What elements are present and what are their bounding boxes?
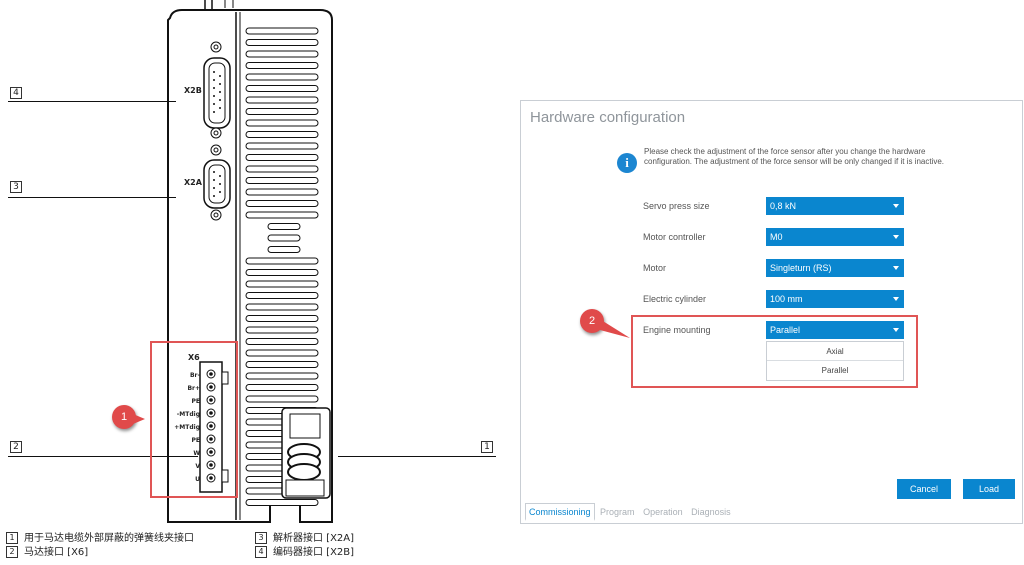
cancel-button[interactable]: Cancel bbox=[897, 479, 951, 499]
cooling-fin bbox=[245, 142, 319, 150]
servo-press-size-select[interactable]: 0,8 kN bbox=[766, 197, 904, 215]
motor-select[interactable]: Singleturn (RS) bbox=[766, 259, 904, 277]
chevron-down-icon bbox=[893, 235, 899, 239]
info-message: Please check the adjustment of the force… bbox=[644, 147, 945, 166]
callout-1: 1 bbox=[112, 405, 145, 429]
servo-press-size-label: Servo press size bbox=[643, 201, 710, 211]
tab-operation[interactable]: Operation bbox=[640, 504, 686, 520]
legend-item-1: 1 用于马达电缆外部屏蔽的弹簧线夹接口 bbox=[6, 532, 194, 545]
tab-commissioning[interactable]: Commissioning bbox=[525, 503, 595, 521]
electric-cylinder-select[interactable]: 100 mm bbox=[766, 290, 904, 308]
cooling-fin bbox=[245, 154, 319, 161]
leader-4 bbox=[8, 101, 176, 102]
cooling-fin bbox=[245, 361, 319, 368]
marker-1: 1 bbox=[481, 441, 493, 453]
motor-controller-value: M0 bbox=[770, 232, 783, 242]
marker-4: 4 bbox=[10, 87, 22, 99]
servo-press-size-value: 0,8 kN bbox=[770, 201, 797, 211]
electric-cylinder-value: 100 mm bbox=[770, 294, 803, 304]
marker-2: 2 bbox=[10, 441, 22, 453]
cooling-fin bbox=[245, 188, 319, 196]
x2b-label: X2B bbox=[184, 86, 202, 95]
cooling-fin bbox=[245, 177, 319, 184]
chevron-down-icon bbox=[893, 297, 899, 301]
x2a-label: X2A bbox=[184, 178, 202, 187]
technical-drawing: X2B X2A X6 Br- Br+ PE -MTdig +MTdig PE W V U 4 3… bbox=[0, 0, 500, 565]
cooling-fin bbox=[245, 338, 319, 345]
cooling-fin bbox=[245, 39, 319, 46]
cooling-fin bbox=[245, 119, 319, 127]
servo-drive-outline bbox=[167, 0, 333, 523]
cooling-fin bbox=[245, 165, 319, 173]
cooling-fin bbox=[267, 246, 301, 253]
motor-value: Singleturn (RS) bbox=[770, 263, 832, 273]
engine-mounting-highlight-box bbox=[631, 315, 918, 388]
cooling-fin bbox=[245, 85, 319, 92]
cooling-fin bbox=[267, 223, 301, 230]
x6-highlight-box bbox=[150, 341, 238, 498]
motor-controller-select[interactable]: M0 bbox=[766, 228, 904, 246]
leader-3 bbox=[8, 197, 176, 198]
cooling-fin bbox=[245, 211, 319, 219]
legend-item-3: 3 解析器接口 [X2A] bbox=[255, 532, 354, 545]
cooling-fin bbox=[245, 108, 319, 115]
cooling-fin bbox=[245, 200, 319, 207]
motor-controller-label: Motor controller bbox=[643, 232, 706, 242]
cooling-fin bbox=[245, 131, 319, 138]
window-title: Hardware configuration bbox=[530, 109, 686, 126]
cooling-fin bbox=[245, 499, 319, 506]
cooling-fin bbox=[245, 303, 319, 311]
cooling-fin bbox=[245, 349, 319, 357]
cooling-fin bbox=[245, 73, 319, 81]
callout-2-pointer bbox=[598, 318, 630, 338]
tab-program[interactable]: Program bbox=[597, 504, 638, 520]
legend-item-2: 2 马达接口 [X6] bbox=[6, 546, 88, 559]
load-button[interactable]: Load bbox=[963, 479, 1015, 499]
cooling-fin bbox=[245, 257, 319, 265]
cooling-fin bbox=[245, 384, 319, 391]
legend-item-4: 4 编码器接口 [X2B] bbox=[255, 546, 354, 559]
cooling-fin bbox=[245, 326, 319, 334]
electric-cylinder-label: Electric cylinder bbox=[643, 294, 707, 304]
cooling-fin bbox=[245, 292, 319, 299]
marker-3: 3 bbox=[10, 181, 22, 193]
cooling-fin bbox=[245, 395, 319, 403]
cooling-fin bbox=[245, 27, 319, 35]
cooling-fin bbox=[245, 269, 319, 276]
cooling-fin bbox=[267, 234, 301, 242]
motor-label: Motor bbox=[643, 263, 667, 273]
chevron-down-icon bbox=[893, 266, 899, 270]
tab-diagnosis[interactable]: Diagnosis bbox=[688, 504, 734, 520]
leader-1 bbox=[338, 456, 496, 457]
bottom-tab-bar: Commissioning Program Operation Diagnosi… bbox=[525, 503, 734, 523]
cooling-fin bbox=[245, 315, 319, 322]
cooling-fin bbox=[245, 62, 319, 69]
chevron-down-icon bbox=[893, 204, 899, 208]
cooling-fin bbox=[245, 280, 319, 288]
cooling-fin bbox=[245, 50, 319, 58]
cooling-fin bbox=[245, 372, 319, 380]
info-icon: i bbox=[617, 153, 637, 173]
cooling-fin bbox=[245, 96, 319, 104]
